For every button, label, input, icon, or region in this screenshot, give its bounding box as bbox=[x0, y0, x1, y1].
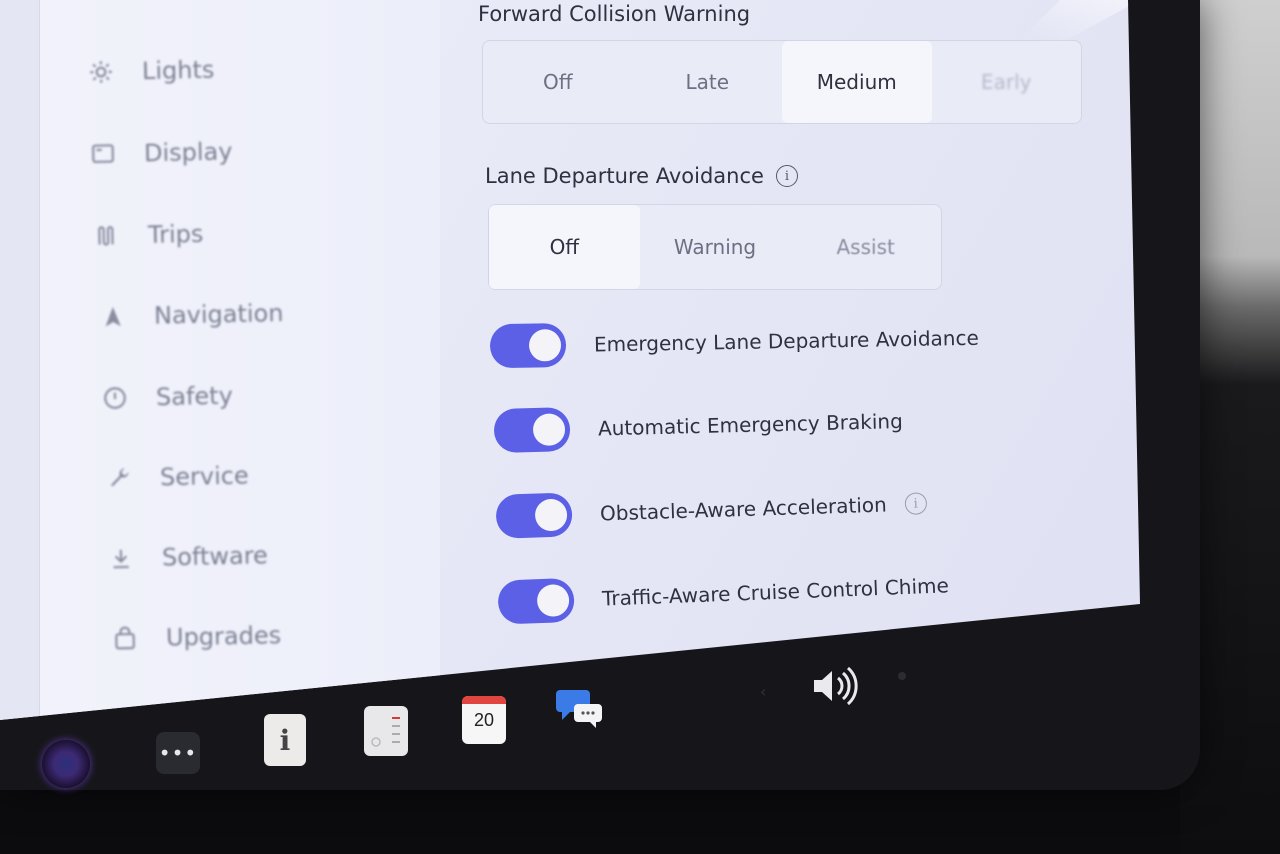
notes-icon[interactable] bbox=[364, 706, 408, 756]
toggle-row-obstacle-aware-acceleration: Obstacle-Aware Acceleration i bbox=[495, 481, 928, 539]
toggle-knob bbox=[532, 413, 566, 447]
fcw-option-early[interactable]: Early bbox=[932, 41, 1082, 123]
messages-glyph bbox=[556, 690, 602, 728]
volume-icon[interactable] bbox=[810, 664, 862, 708]
calendar-header bbox=[462, 696, 506, 704]
notes-glyph bbox=[368, 710, 404, 752]
messages-icon[interactable] bbox=[556, 686, 604, 730]
toggle-knob bbox=[536, 583, 570, 618]
forward-collision-warning-label: Forward Collision Warning bbox=[478, 2, 750, 26]
tacc-chime-toggle[interactable] bbox=[497, 577, 575, 625]
toggle-label: Emergency Lane Departure Avoidance bbox=[593, 325, 979, 357]
settings-content: Forward Collision Warning Off Late Mediu… bbox=[0, 0, 1140, 720]
obstacle-aware-acceleration-toggle[interactable] bbox=[495, 492, 573, 539]
lda-option-warning[interactable]: Warning bbox=[640, 205, 791, 289]
toggle-label: Automatic Emergency Braking bbox=[597, 409, 904, 441]
info-icon[interactable]: i bbox=[904, 492, 928, 515]
toggle-row-automatic-emergency-braking: Automatic Emergency Braking bbox=[493, 399, 904, 453]
toggle-label: Obstacle-Aware Acceleration bbox=[599, 492, 888, 526]
touchscreen: Lights Display Trips Navigation Safety S… bbox=[0, 0, 1140, 720]
volume-glyph bbox=[814, 666, 858, 706]
toggle-row-tacc-chime: Traffic-Aware Cruise Control Chime bbox=[497, 563, 950, 625]
section-title: Forward Collision Warning bbox=[478, 2, 751, 26]
fcw-option-off[interactable]: Off bbox=[483, 41, 633, 123]
fcw-option-late[interactable]: Late bbox=[633, 41, 783, 123]
toggle-label: Traffic-Aware Cruise Control Chime bbox=[601, 573, 950, 611]
indicator-dot bbox=[898, 672, 906, 680]
more-apps-button[interactable]: ••• bbox=[156, 732, 200, 774]
fcw-option-medium[interactable]: Medium bbox=[782, 41, 932, 123]
calendar-day: 20 bbox=[473, 710, 495, 730]
chevron-left-icon[interactable]: ‹ bbox=[760, 682, 766, 701]
lda-option-off[interactable]: Off bbox=[489, 205, 640, 289]
toggle-knob bbox=[534, 498, 568, 532]
lane-departure-avoidance-label: Lane Departure Avoidance i bbox=[485, 164, 798, 188]
toggle-row-emergency-lane-departure: Emergency Lane Departure Avoidance bbox=[489, 316, 980, 369]
toggle-knob bbox=[528, 329, 562, 362]
info-icon[interactable]: i bbox=[775, 165, 798, 187]
lane-departure-avoidance-selector: Off Warning Assist bbox=[488, 204, 942, 290]
forward-collision-warning-selector: Off Late Medium Early bbox=[482, 40, 1082, 124]
manual-icon[interactable]: i bbox=[264, 714, 306, 766]
automatic-emergency-braking-toggle[interactable] bbox=[493, 407, 571, 453]
lda-option-assist[interactable]: Assist bbox=[790, 205, 941, 289]
section-title: Lane Departure Avoidance bbox=[485, 164, 764, 188]
emergency-lane-departure-toggle[interactable] bbox=[489, 322, 567, 369]
calendar-icon[interactable]: 20 bbox=[462, 696, 506, 744]
camera-icon[interactable] bbox=[42, 740, 90, 788]
